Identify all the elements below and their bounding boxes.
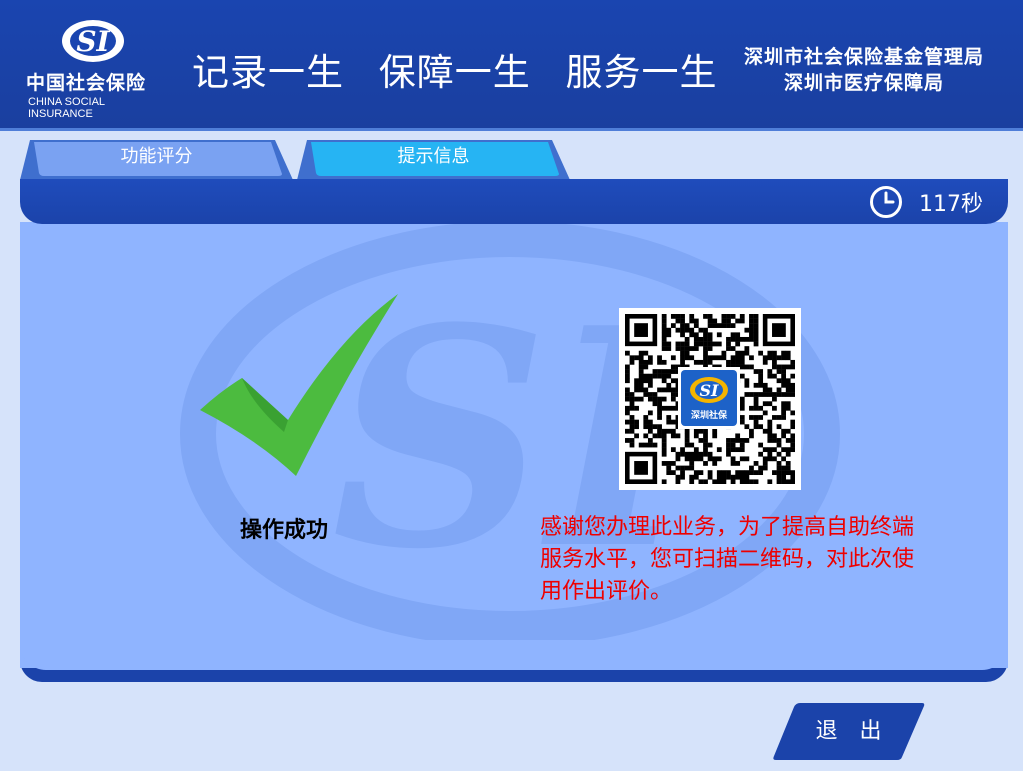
countdown-text: 117秒 bbox=[919, 192, 983, 217]
org-line-2: 深圳市医疗保障局 bbox=[783, 72, 944, 94]
tab-label: 功能评分 bbox=[120, 146, 193, 167]
panel-bottom-fill bbox=[20, 640, 1008, 670]
china-social-insurance-logo: SI 中国社会保险 CHINA SOCIAL INSURANCE bbox=[22, 18, 166, 120]
si-logo-icon: SI bbox=[690, 377, 728, 403]
svg-text:SI: SI bbox=[76, 25, 110, 58]
org-line-1: 深圳市社会保险基金管理局 bbox=[743, 46, 984, 68]
svg-text:SI: SI bbox=[699, 381, 719, 400]
header-bar: SI 中国社会保险 CHINA SOCIAL INSURANCE 记录一生 保障… bbox=[0, 0, 1023, 131]
tab-tip-info[interactable]: 提示信息 bbox=[297, 140, 570, 180]
logo-english-text: CHINA SOCIAL INSURANCE bbox=[28, 96, 105, 120]
checkmark-icon bbox=[200, 294, 398, 476]
exit-button[interactable]: 退 出 bbox=[772, 703, 925, 760]
qr-code: SI 深圳社保 bbox=[619, 308, 801, 490]
slogan-part-1: 记录一生 bbox=[192, 51, 344, 94]
slogan: 记录一生 保障一生 服务一生 bbox=[192, 42, 740, 96]
operation-success-text: 操作成功 bbox=[240, 518, 329, 543]
countdown-timer: 117秒 bbox=[869, 184, 983, 220]
qr-logo-badge: SI 深圳社保 bbox=[678, 367, 740, 429]
organization-name: 深圳市社会保险基金管理局 深圳市医疗保障局 bbox=[719, 44, 1009, 96]
exit-button-label: 退 出 bbox=[815, 719, 882, 744]
slogan-part-2: 保障一生 bbox=[378, 51, 531, 94]
tab-function-rating[interactable]: 功能评分 bbox=[20, 140, 293, 180]
panel-header-bar bbox=[20, 179, 1008, 224]
clock-icon bbox=[870, 186, 902, 218]
slogan-part-3: 服务一生 bbox=[565, 51, 718, 94]
tab-label: 提示信息 bbox=[397, 146, 470, 167]
feedback-message: 感谢您办理此业务，为了提高自助终端服务水平，您可扫描二维码，对此次使用作出评价。 bbox=[540, 515, 915, 604]
si-logo-icon: SI bbox=[62, 20, 124, 62]
logo-chinese-text: 中国社会保险 bbox=[26, 72, 147, 94]
qr-badge-label: 深圳社保 bbox=[690, 411, 727, 421]
